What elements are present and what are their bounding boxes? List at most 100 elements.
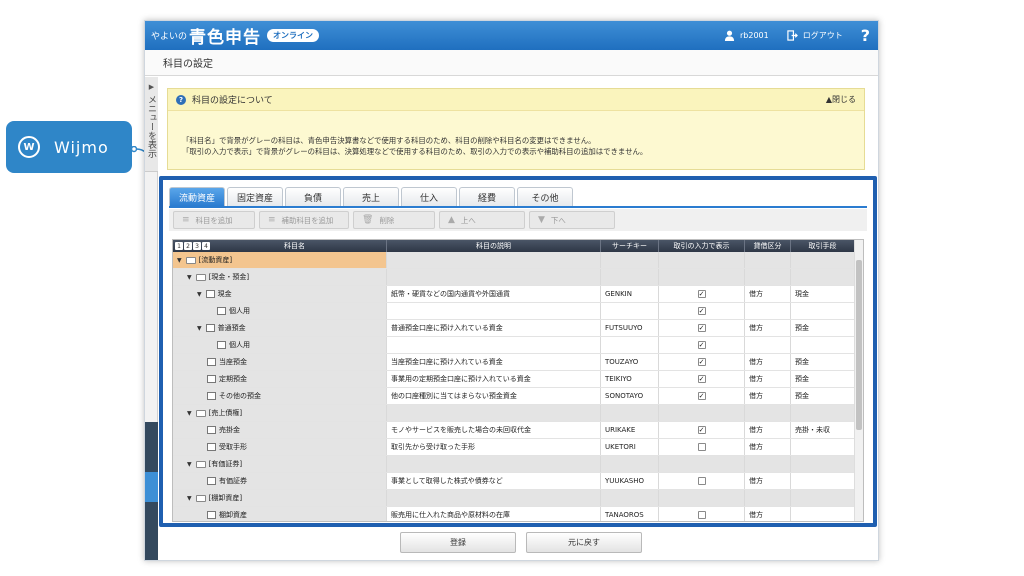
cell-show[interactable]: ✓: [659, 286, 745, 302]
level-2-button[interactable]: 2: [184, 242, 192, 250]
user-icon: [724, 30, 735, 41]
add-sub-account-button[interactable]: ≡ 補助科目を追加: [259, 211, 349, 229]
tab-others[interactable]: その他: [517, 187, 573, 206]
tab-current-assets[interactable]: 流動資産: [169, 187, 225, 206]
menu-toggle-button[interactable]: ▶ メニューを表示: [145, 77, 158, 172]
show-in-entry-checkbox[interactable]: ✓: [697, 341, 706, 349]
table-row[interactable]: ▼ [有価証券]: [173, 456, 863, 473]
show-in-entry-checkbox[interactable]: ✓: [697, 375, 706, 383]
table-row[interactable]: ▼ 普通預金 普通預金口座に預け入れている資金 FUTSUUYO ✓ 借方 預金: [173, 320, 863, 337]
sidebar-active-item[interactable]: [145, 472, 158, 502]
table-row[interactable]: ▼ [棚卸資産]: [173, 490, 863, 507]
level-1-button[interactable]: 1: [175, 242, 183, 250]
close-info-button[interactable]: ▲閉じる: [826, 94, 856, 105]
cell-account-name[interactable]: 棚卸資産: [173, 507, 387, 521]
table-row[interactable]: ▼ [流動資産]: [173, 252, 863, 269]
tab-sales[interactable]: 売上: [343, 187, 399, 206]
account-icon: [207, 426, 216, 434]
user-menu[interactable]: rb2001: [724, 30, 769, 41]
table-row[interactable]: ▼ [売上債権]: [173, 405, 863, 422]
tab-liabilities[interactable]: 負債: [285, 187, 341, 206]
delete-button[interactable]: 🗑 削除: [353, 211, 435, 229]
cell-account-name[interactable]: ▼ [有価証券]: [173, 456, 387, 472]
revert-button[interactable]: 元に戻す: [526, 532, 642, 553]
cell-account-name[interactable]: 受取手形: [173, 439, 387, 455]
help-icon[interactable]: ?: [861, 26, 870, 45]
table-row[interactable]: その他の預金 他の口座種別に当てはまらない預金資金 SONOTAYO ✓ 借方 預金: [173, 388, 863, 405]
table-row[interactable]: ▼ [現金・預金]: [173, 269, 863, 286]
collapse-caret-icon[interactable]: ▼: [197, 291, 202, 298]
column-header-name[interactable]: 1 2 3 4 科目名: [173, 240, 387, 252]
cell-show[interactable]: [659, 252, 745, 268]
cell-show[interactable]: [659, 507, 745, 521]
show-in-entry-checkbox[interactable]: [697, 443, 706, 451]
table-row[interactable]: ▼ 現金 紙幣・硬貨などの国内通貨や外国通貨 GENKIN ✓ 借方 現金: [173, 286, 863, 303]
table-row[interactable]: 棚卸資産 販売用に仕入れた商品や原材料の在庫 TANAOROS 借方: [173, 507, 863, 521]
column-header-description[interactable]: 科目の説明: [387, 240, 601, 252]
show-in-entry-checkbox[interactable]: [697, 511, 706, 519]
cell-account-name[interactable]: 定期預金: [173, 371, 387, 387]
add-account-button[interactable]: ≡ 科目を追加: [173, 211, 255, 229]
move-down-button[interactable]: ▼ 下へ: [529, 211, 615, 229]
register-button[interactable]: 登録: [400, 532, 516, 553]
cell-account-name[interactable]: ▼ [現金・預金]: [173, 269, 387, 285]
move-up-button[interactable]: ▲ 上へ: [439, 211, 525, 229]
collapse-caret-icon[interactable]: ▼: [177, 257, 182, 264]
tab-fixed-assets[interactable]: 固定資産: [227, 187, 283, 206]
column-header-side[interactable]: 貸借区分: [745, 240, 791, 252]
table-row[interactable]: 定期預金 事業用の定期預金口座に預け入れている資金 TEIKIYO ✓ 借方 預金: [173, 371, 863, 388]
collapse-caret-icon[interactable]: ▼: [187, 274, 192, 281]
cell-show[interactable]: ✓: [659, 337, 745, 353]
collapse-caret-icon[interactable]: ▼: [197, 325, 202, 332]
cell-show[interactable]: ✓: [659, 371, 745, 387]
cell-account-name[interactable]: ▼ [売上債権]: [173, 405, 387, 421]
cell-account-name[interactable]: ▼ 現金: [173, 286, 387, 302]
cell-show[interactable]: [659, 490, 745, 506]
logout-button[interactable]: ログアウト: [787, 30, 843, 41]
cell-account-name[interactable]: ▼ [棚卸資産]: [173, 490, 387, 506]
cell-show[interactable]: ✓: [659, 422, 745, 438]
column-header-search-key[interactable]: サーチキー: [601, 240, 659, 252]
cell-account-name[interactable]: ▼ 普通預金: [173, 320, 387, 336]
cell-show[interactable]: ✓: [659, 303, 745, 319]
cell-account-name[interactable]: 売掛金: [173, 422, 387, 438]
table-row[interactable]: 個人用 ✓: [173, 337, 863, 354]
cell-show[interactable]: [659, 473, 745, 489]
cell-show[interactable]: [659, 405, 745, 421]
show-in-entry-checkbox[interactable]: ✓: [697, 392, 706, 400]
tab-expenses[interactable]: 経費: [459, 187, 515, 206]
table-row[interactable]: 有価証券 事業として取得した株式や債券など YUUKASHO 借方: [173, 473, 863, 490]
cell-show[interactable]: ✓: [659, 354, 745, 370]
table-row[interactable]: 当座預金 当座預金口座に預け入れている資金 TOUZAYO ✓ 借方 預金: [173, 354, 863, 371]
show-in-entry-checkbox[interactable]: ✓: [697, 358, 706, 366]
show-in-entry-checkbox[interactable]: ✓: [697, 324, 706, 332]
cell-show[interactable]: [659, 269, 745, 285]
cell-show[interactable]: ✓: [659, 320, 745, 336]
cell-account-name[interactable]: 当座預金: [173, 354, 387, 370]
tab-purchases[interactable]: 仕入: [401, 187, 457, 206]
cell-show[interactable]: [659, 456, 745, 472]
show-in-entry-checkbox[interactable]: [697, 477, 706, 485]
cell-account-name[interactable]: その他の預金: [173, 388, 387, 404]
cell-account-name[interactable]: 有価証券: [173, 473, 387, 489]
column-header-show-in-entry[interactable]: 取引の入力で表示: [659, 240, 745, 252]
cell-account-name[interactable]: 個人用: [173, 303, 387, 319]
cell-show[interactable]: [659, 439, 745, 455]
column-header-means[interactable]: 取引手段: [791, 240, 855, 252]
collapse-caret-icon[interactable]: ▼: [187, 495, 192, 502]
level-3-button[interactable]: 3: [193, 242, 201, 250]
table-row[interactable]: 売掛金 モノやサービスを販売した場合の未回収代金 URIKAKE ✓ 借方 売掛・未収: [173, 422, 863, 439]
grid-scroll-thumb[interactable]: [856, 260, 862, 430]
cell-show[interactable]: ✓: [659, 388, 745, 404]
show-in-entry-checkbox[interactable]: ✓: [697, 426, 706, 434]
table-row[interactable]: 受取手形 取引先から受け取った手形 UKETORI 借方: [173, 439, 863, 456]
collapse-caret-icon[interactable]: ▼: [187, 410, 192, 417]
level-4-button[interactable]: 4: [202, 242, 210, 250]
grid-scrollbar[interactable]: [854, 240, 863, 521]
cell-account-name[interactable]: 個人用: [173, 337, 387, 353]
show-in-entry-checkbox[interactable]: ✓: [697, 290, 706, 298]
cell-account-name[interactable]: ▼ [流動資産]: [173, 252, 387, 268]
collapse-caret-icon[interactable]: ▼: [187, 461, 192, 468]
table-row[interactable]: 個人用 ✓: [173, 303, 863, 320]
show-in-entry-checkbox[interactable]: ✓: [697, 307, 706, 315]
